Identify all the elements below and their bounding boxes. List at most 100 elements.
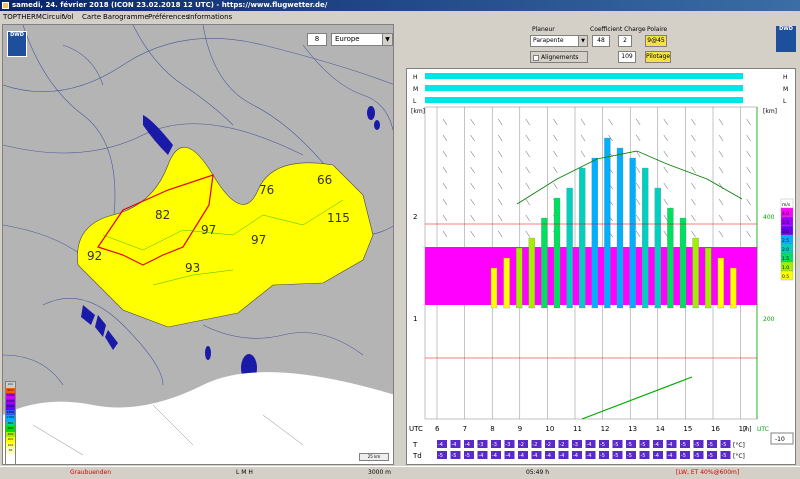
temperature-row: -4 -4 -4 -3 -3 -3 -2 -2 -2 -2 -3 -4 -5 -5 -5 -5 -4 -4 -5 -5…: [437, 440, 731, 448]
wind-barb: [470, 182, 475, 190]
wind-barb: [497, 150, 503, 158]
td-value: -4: [479, 453, 484, 459]
region-select[interactable]: Europe ▼: [331, 33, 393, 46]
cloud-bar-mid: [425, 85, 743, 91]
scale-label: 3.5: [782, 220, 789, 226]
sounding-canvas[interactable]: H M L H M L [km] [km] 2 1 400 200 UTC 6 …: [407, 69, 797, 466]
x-tick-label: 10: [545, 425, 554, 433]
wind-barb: [635, 166, 641, 174]
wind-barb: [691, 182, 696, 190]
wind-barb: [663, 134, 669, 142]
wind-barb: [470, 230, 475, 238]
thermal-column: [604, 137, 611, 309]
wind-barb: [470, 134, 475, 142]
td-value: -4: [587, 453, 592, 459]
zoom-field[interactable]: 8: [307, 33, 327, 46]
chevron-down-icon[interactable]: ▼: [578, 36, 587, 46]
wind-barb: [580, 118, 586, 126]
legend-value: 3000: [6, 393, 15, 399]
wind-barb: [470, 198, 475, 206]
region-number[interactable]: 82: [155, 208, 170, 222]
t-value: -5: [722, 442, 727, 448]
td-row-label: Td: [412, 452, 422, 460]
region-number[interactable]: 92: [87, 249, 102, 263]
menu-item-carte[interactable]: Carte: [82, 13, 101, 21]
y-axis-unit-left: [km]: [411, 108, 425, 115]
t-value: -5: [641, 442, 646, 448]
t-value: -5: [681, 442, 686, 448]
menu-item-vol[interactable]: Vol: [63, 13, 73, 21]
pilotage-button[interactable]: Pilotage: [645, 51, 671, 63]
wind-barb: [442, 118, 448, 126]
polaire-button[interactable]: 9@45: [645, 35, 667, 47]
wind-barb: [718, 134, 724, 142]
menu-item-toptherm[interactable]: TOPTHERM: [3, 13, 42, 21]
t-value: -3: [506, 442, 511, 448]
scale-label: 1.5: [782, 256, 789, 262]
region-number[interactable]: 66: [317, 173, 332, 187]
region-number[interactable]: 76: [259, 183, 274, 197]
wind-barb: [525, 198, 531, 206]
glider-select-value: Parapente: [533, 37, 564, 44]
region-number[interactable]: 115: [327, 211, 350, 225]
charge-field[interactable]: 2: [618, 35, 632, 47]
flight-track-line: [581, 376, 693, 420]
t-unit: [°C]: [733, 442, 745, 449]
thermal-column: [553, 197, 561, 309]
t-value: -4: [465, 442, 470, 448]
wind-barb: [497, 134, 503, 142]
thermal-column: [667, 207, 674, 309]
td-value: -5: [627, 453, 632, 459]
wind-barb: [553, 118, 558, 126]
alignements-checkbox[interactable]: Alignements: [530, 51, 588, 63]
wind-barb: [442, 166, 448, 174]
window-title-bar: samedi, 24. février 2018 (ICON 23.02.201…: [0, 0, 800, 11]
wind-barb: [746, 150, 751, 158]
wind-barb: [580, 150, 586, 158]
glider-select[interactable]: Parapente ▼: [530, 35, 588, 47]
t-value: -3: [573, 442, 578, 448]
thermal-map[interactable]: DWD 8 Europe ▼ 82 76 66 115 92 97 97 93 …: [2, 24, 394, 465]
wind-barb: [525, 118, 531, 126]
map-canvas[interactable]: [3, 25, 394, 465]
menu-item-preferences[interactable]: Préférences: [148, 13, 189, 21]
wind-barb: [497, 198, 503, 206]
wind-barb: [746, 182, 751, 190]
dwd-logo-text: DWD: [779, 26, 793, 32]
t-value: -5: [695, 442, 700, 448]
wind-barb: [608, 118, 613, 126]
td-value: -4: [573, 453, 578, 459]
dwd-logo: DWD: [776, 26, 796, 52]
t-value: -2: [546, 442, 551, 448]
hml-right-label-m: M: [783, 86, 788, 93]
coefficient-field[interactable]: 48: [592, 35, 610, 47]
td-value: -5: [722, 453, 727, 459]
region-number[interactable]: 97: [251, 233, 266, 247]
x-axis-unit-right: UTC: [757, 426, 769, 433]
wind-barb: [553, 166, 558, 174]
menu-item-circuit[interactable]: Circuit: [42, 13, 65, 21]
wind-barb: [497, 166, 503, 174]
td-value: -4: [654, 453, 659, 459]
menu-item-informations[interactable]: Informations: [188, 13, 232, 21]
hml-label-h: H: [413, 74, 418, 81]
wind-barb: [663, 230, 669, 238]
wind-barb: [663, 214, 669, 222]
checkbox-icon[interactable]: [533, 55, 539, 61]
y-tick-left: 1: [413, 315, 417, 323]
menu-item-barogramme[interactable]: Barogramme: [103, 13, 149, 21]
wind-barb: [663, 198, 669, 206]
sounding-chart[interactable]: H M L H M L [km] [km] 2 1 400 200 UTC 6 …: [406, 68, 796, 465]
chevron-down-icon[interactable]: ▼: [382, 34, 392, 45]
cloud-bar-low: [425, 97, 743, 103]
t-value: -2: [519, 442, 524, 448]
wind-barb: [442, 182, 448, 190]
thermal-column: [541, 217, 548, 309]
alignements-value-field[interactable]: 109: [618, 51, 636, 63]
scale-label: 3.0: [782, 229, 789, 235]
wind-barb: [497, 182, 503, 190]
region-number[interactable]: 97: [201, 223, 216, 237]
scale-label: 0.5: [782, 274, 789, 280]
region-number[interactable]: 93: [185, 261, 200, 275]
wind-barb: [635, 182, 641, 190]
